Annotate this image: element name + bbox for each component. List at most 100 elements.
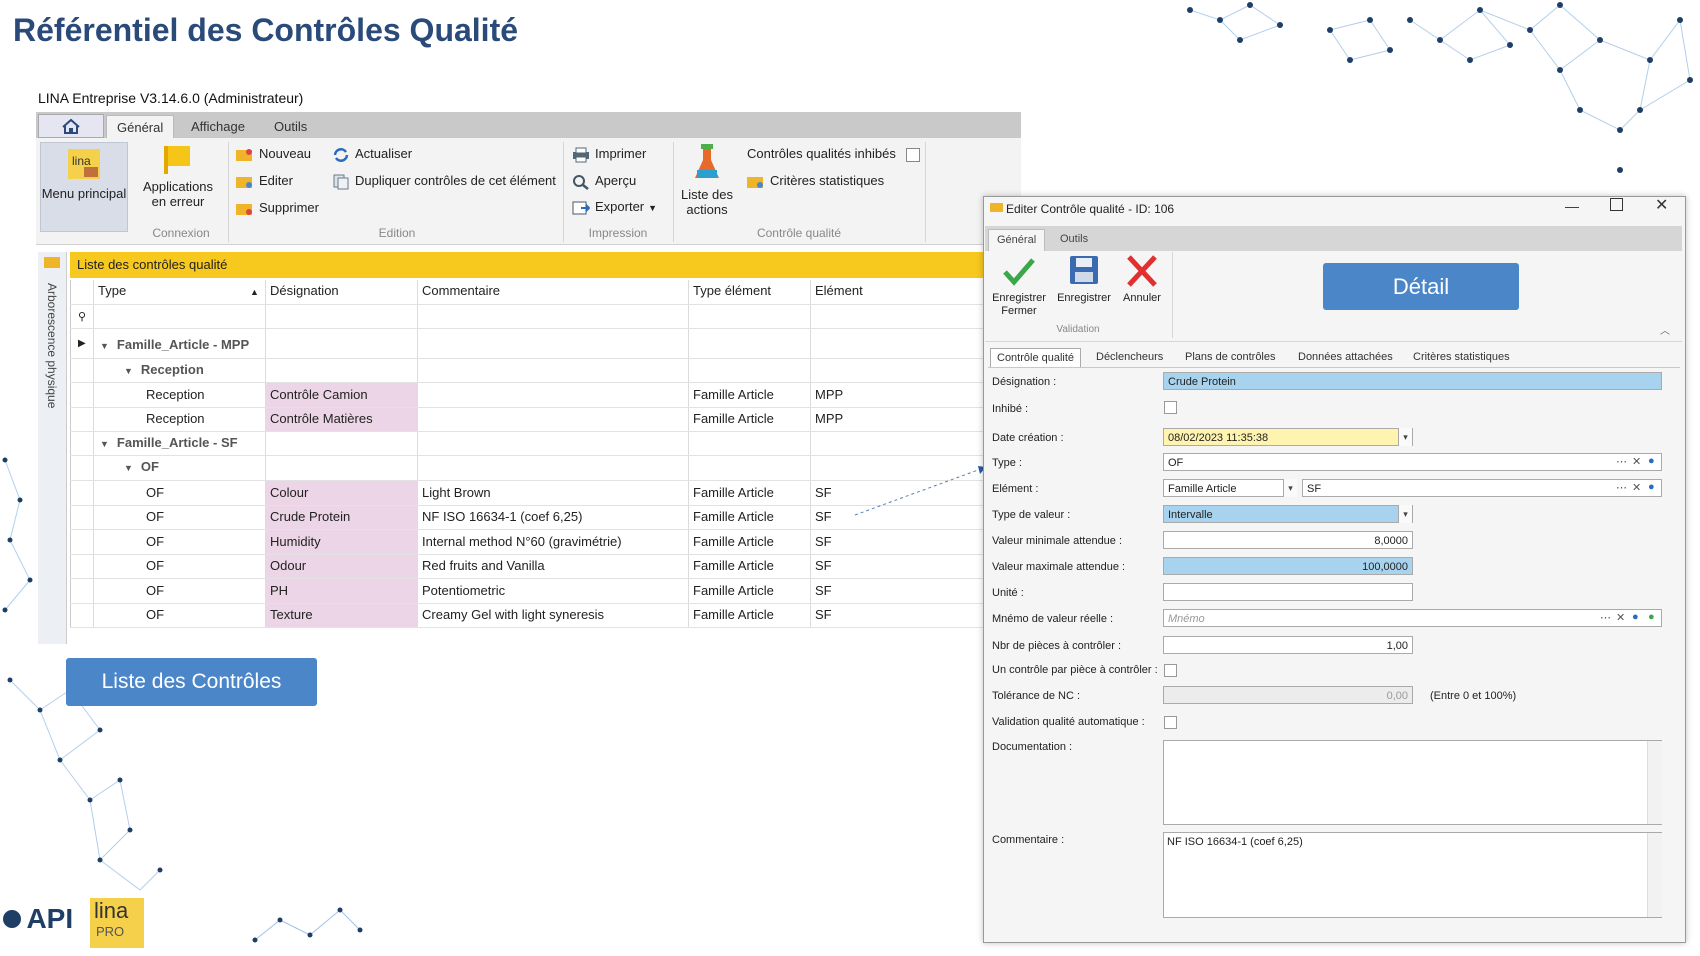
un-controle-checkbox[interactable]: [1164, 664, 1177, 677]
validation-auto-label: Validation qualité automatique :: [992, 716, 1145, 728]
annuler-button[interactable]: Annuler: [1116, 254, 1168, 305]
tolerance-field[interactable]: 0,00: [1163, 686, 1413, 704]
ellipsis-icon[interactable]: ⋯: [1616, 455, 1627, 468]
type-field[interactable]: OF: [1163, 453, 1662, 471]
add-icon[interactable]: ●: [1648, 611, 1655, 623]
ellipsis-icon[interactable]: ⋯: [1600, 611, 1611, 624]
designation-field[interactable]: Crude Protein: [1163, 372, 1662, 390]
row-divider: [70, 602, 985, 604]
col-header-type[interactable]: Type: [98, 283, 126, 298]
dialog-tab-outils[interactable]: Outils: [1052, 229, 1096, 250]
detail-button[interactable]: Détail: [1323, 263, 1519, 310]
controles-inhibes-checkbox[interactable]: [905, 147, 920, 162]
nouveau-button[interactable]: Nouveau: [236, 146, 311, 162]
valeur-min-field[interactable]: 8,0000: [1163, 531, 1413, 549]
tab-general[interactable]: Général: [106, 115, 175, 139]
col-header-designation[interactable]: Désignation: [270, 283, 339, 298]
open-link-icon[interactable]: ●: [1648, 481, 1655, 493]
unite-field[interactable]: [1163, 583, 1413, 601]
expand-arrow-icon[interactable]: ▶: [78, 338, 86, 349]
liste-des-controles-button[interactable]: Liste des Contrôles: [66, 658, 317, 706]
side-panel[interactable]: Arborescence physique: [38, 252, 67, 644]
enregistrer-fermer-button[interactable]: Enregistrer Fermer: [989, 254, 1049, 318]
element-field[interactable]: SF: [1302, 479, 1662, 497]
clear-x-icon[interactable]: ✕: [1616, 611, 1625, 624]
documentation-scrollbar[interactable]: [1647, 741, 1662, 824]
date-creation-label: Date création :: [992, 432, 1064, 444]
minimize-icon[interactable]: —: [1565, 198, 1579, 214]
validation-auto-checkbox[interactable]: [1164, 716, 1177, 729]
open-link-icon[interactable]: ●: [1648, 455, 1655, 467]
supprimer-button[interactable]: Supprimer: [236, 200, 319, 216]
group-row-of[interactable]: ▼ OF: [124, 459, 159, 474]
collapse-icon: ▼: [124, 463, 133, 473]
chevron-down-icon[interactable]: ▾: [1283, 479, 1297, 497]
valeur-max-label: Valeur maximale attendue :: [992, 561, 1126, 573]
cell-element: SF: [815, 607, 832, 622]
un-controle-label: Un contrôle par pièce à contrôler :: [992, 664, 1158, 676]
date-creation-field[interactable]: 08/02/2023 11:35:38: [1163, 428, 1413, 446]
documentation-textarea[interactable]: [1163, 740, 1662, 825]
menu-principal-button[interactable]: lina Menu principal: [40, 142, 128, 232]
open-link-icon[interactable]: ●: [1632, 611, 1639, 623]
cell-designation: Odour: [270, 558, 307, 574]
nbr-pieces-field[interactable]: 1,00: [1163, 636, 1413, 654]
col-header-commentaire[interactable]: Commentaire: [422, 283, 500, 298]
col-header-type-element[interactable]: Type élément: [693, 283, 771, 298]
close-icon[interactable]: ✕: [1655, 195, 1668, 215]
documentation-label: Documentation :: [992, 741, 1073, 753]
liste-des-actions-button[interactable]: Liste des actions: [676, 142, 738, 217]
subtab-criteres-statistiques[interactable]: Critères statistiques: [1407, 348, 1516, 366]
clear-x-icon[interactable]: ✕: [1632, 455, 1641, 468]
imprimer-button[interactable]: Imprimer: [572, 146, 646, 163]
element-type-field[interactable]: Famille Article: [1163, 479, 1297, 497]
tab-outils[interactable]: Outils: [264, 115, 317, 138]
collapse-icon: ▼: [100, 439, 109, 449]
inhibe-checkbox[interactable]: [1164, 401, 1177, 414]
editer-button[interactable]: Editer: [236, 173, 293, 189]
enregistrer-button[interactable]: Enregistrer: [1054, 254, 1114, 305]
apercu-button[interactable]: Aperçu: [572, 173, 636, 190]
app-title: LINA Entreprise V3.14.6.0 (Administrateu…: [38, 90, 304, 106]
cell-element: SF: [815, 485, 832, 500]
group-row-reception[interactable]: ▼ Reception: [124, 362, 204, 377]
home-tab[interactable]: [38, 114, 104, 138]
supprimer-label: Supprimer: [259, 200, 319, 215]
group-label-sf: Famille_Article - SF: [116, 435, 238, 450]
dupliquer-button[interactable]: Dupliquer contrôles de cet élément: [332, 173, 556, 190]
subtab-declencheurs[interactable]: Déclencheurs: [1090, 348, 1169, 366]
group-label-of: OF: [140, 459, 159, 474]
group-row-mpp[interactable]: ▼ Famille_Article - MPP: [100, 337, 249, 352]
api-logo: API: [2, 903, 82, 943]
subtab-donnees-attachees[interactable]: Données attachées: [1292, 348, 1399, 366]
svg-text:lina: lina: [72, 154, 91, 168]
subtab-plans-de-controles[interactable]: Plans de contrôles: [1179, 348, 1282, 366]
col-divider: [810, 280, 811, 628]
subtab-controle-qualite[interactable]: Contrôle qualité: [990, 348, 1082, 368]
collapse-ribbon-icon[interactable]: ︿: [1660, 322, 1670, 337]
controles-inhibes-toggle[interactable]: Contrôles qualités inhibés: [747, 146, 920, 162]
valeur-max-field[interactable]: 100,0000: [1163, 557, 1413, 575]
criteres-statistiques-button[interactable]: Critères statistiques: [747, 173, 884, 189]
dialog-tab-general[interactable]: Général: [988, 229, 1046, 251]
actualiser-button[interactable]: Actualiser: [332, 146, 412, 163]
commentaire-scrollbar[interactable]: [1647, 833, 1662, 917]
folder-icon: [44, 257, 60, 268]
filter-icon[interactable]: ⚲: [78, 310, 86, 323]
col-header-element[interactable]: Elément: [815, 283, 863, 298]
chevron-down-icon[interactable]: ▾: [1398, 505, 1412, 523]
tab-affichage[interactable]: Affichage: [181, 115, 255, 138]
ellipsis-icon[interactable]: ⋯: [1616, 481, 1627, 494]
clear-x-icon[interactable]: ✕: [1632, 481, 1641, 494]
group-row-sf[interactable]: ▼ Famille_Article - SF: [100, 435, 238, 450]
type-valeur-field[interactable]: Intervalle: [1163, 505, 1413, 523]
chevron-down-icon[interactable]: ▾: [1398, 428, 1412, 446]
memo-field[interactable]: Mnémo: [1163, 609, 1662, 627]
exporter-button[interactable]: Exporter ▼: [572, 199, 657, 216]
commentaire-textarea[interactable]: NF ISO 16634-1 (coef 6,25): [1163, 832, 1662, 918]
maximize-icon[interactable]: [1610, 198, 1623, 211]
row-divider: [70, 455, 985, 456]
applications-en-erreur-button[interactable]: Applications en erreur: [136, 142, 220, 209]
commentaire-label: Commentaire :: [992, 834, 1065, 846]
enregistrer-fermer-label-2: Fermer: [1001, 305, 1037, 317]
